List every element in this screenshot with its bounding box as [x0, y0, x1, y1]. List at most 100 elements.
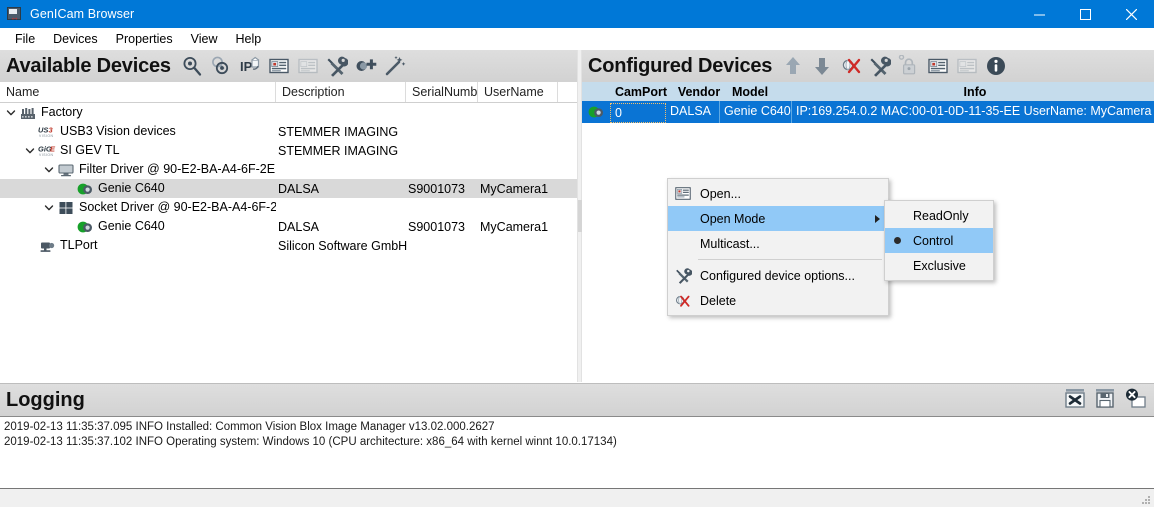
- menu-devices[interactable]: Devices: [44, 29, 106, 49]
- column-header-vendor[interactable]: Vendor: [672, 85, 726, 99]
- close-button[interactable]: [1108, 0, 1154, 28]
- tree-row-label: Genie C640: [98, 181, 165, 195]
- radio-placeholder: [885, 206, 909, 226]
- tree-cell-description: DALSA: [278, 219, 319, 234]
- add-device-icon[interactable]: [353, 53, 379, 79]
- column-header-serialnumber[interactable]: SerialNumber: [406, 82, 478, 102]
- chevron-down-icon[interactable]: [2, 104, 19, 121]
- move-down-icon[interactable]: [809, 53, 835, 79]
- column-header-model[interactable]: Model: [726, 85, 798, 99]
- submenu-item-exclusive[interactable]: Exclusive: [885, 253, 993, 278]
- submenu-item-control[interactable]: Control: [885, 228, 993, 253]
- column-header-camport[interactable]: CamPort: [610, 85, 672, 99]
- tree-row[interactable]: Genie C640 DALSA S9001073 MyCamera1: [0, 179, 577, 198]
- tree-row-name-cell: TLPort: [0, 237, 276, 254]
- remove-device-icon[interactable]: [838, 53, 864, 79]
- windows-icon: [57, 199, 75, 216]
- menu-help[interactable]: Help: [226, 29, 270, 49]
- chevron-down-icon[interactable]: [40, 161, 57, 178]
- radio-placeholder: [885, 256, 909, 276]
- logging-body[interactable]: 2019-02-13 11:35:37.095 INFO Installed: …: [0, 417, 1154, 488]
- search-device-icon[interactable]: [208, 53, 234, 79]
- delete-icon: [670, 291, 696, 311]
- logging-toolbar: [1062, 386, 1148, 412]
- clear-log-icon[interactable]: [1062, 386, 1088, 412]
- submenu-label: Exclusive: [913, 258, 966, 273]
- svg-text:VISION: VISION: [39, 134, 54, 138]
- move-up-icon[interactable]: [780, 53, 806, 79]
- tree-row[interactable]: Filter Driver @ 90-E2-BA-A4-6F-2E: [0, 160, 577, 179]
- context-menu-item-configured-device-options[interactable]: Configured device options...: [668, 263, 888, 288]
- save-log-icon[interactable]: [1092, 386, 1118, 412]
- device-details-icon[interactable]: [266, 53, 292, 79]
- window-controls: [1016, 0, 1154, 28]
- device-details-icon: [670, 184, 696, 204]
- configured-devices-toolbar: [780, 53, 1009, 79]
- menu-view[interactable]: View: [182, 29, 227, 49]
- tree-cell-serial: S9001073: [408, 181, 466, 196]
- available-devices-tree[interactable]: Factory US 3 VISION USB3 Vision devices STEMM…: [0, 103, 577, 381]
- resize-grip-icon[interactable]: [1140, 494, 1152, 506]
- camera-green-icon: [76, 218, 94, 235]
- tree-cell-description: Silicon Software GmbH: [278, 238, 408, 253]
- context-menu-item-open[interactable]: Open...: [668, 181, 888, 206]
- context-menu-label: Configured device options...: [700, 268, 855, 283]
- column-header-name[interactable]: Name: [0, 82, 276, 102]
- cell-model: Genie C640: [720, 101, 792, 123]
- title-bar: ↔ GenICam Browser: [0, 0, 1154, 28]
- chevron-down-icon[interactable]: [21, 142, 38, 159]
- tree-cell-description: STEMMER IMAGING: [278, 124, 399, 139]
- tlport-camera-icon: [38, 237, 56, 254]
- tree-row-name-cell: Filter Driver @ 90-E2-BA-A4-6F-2E: [0, 161, 276, 178]
- tree-row-label: Factory: [41, 105, 83, 119]
- maximize-button[interactable]: [1062, 0, 1108, 28]
- tree-row-name-cell: US 3 VISION USB3 Vision devices: [0, 123, 276, 140]
- open-mode-submenu[interactable]: ReadOnly Control Exclusive: [884, 200, 994, 281]
- minimize-button[interactable]: [1016, 0, 1062, 28]
- column-header-info[interactable]: Info: [798, 85, 1152, 99]
- tree-row-label: Socket Driver @ 90-E2-BA-A4-6F-2E: [79, 200, 276, 214]
- configured-device-row[interactable]: 0 DALSA Genie C640 IP:169.254.0.2 MAC:00…: [582, 101, 1154, 123]
- monitor-icon: [57, 161, 75, 178]
- device-details-icon[interactable]: [925, 53, 951, 79]
- context-menu[interactable]: Open... Open Mode Multicast... Configure…: [667, 178, 889, 316]
- chevron-right-icon: [875, 214, 880, 223]
- context-menu-label: Open...: [700, 186, 741, 201]
- tree-cell-description: STEMMER IMAGING: [278, 143, 399, 158]
- tools-icon[interactable]: [324, 53, 350, 79]
- menu-file[interactable]: File: [6, 29, 44, 49]
- cell-vendor: DALSA: [666, 101, 720, 123]
- discover-devices-icon[interactable]: [179, 53, 205, 79]
- submenu-label: ReadOnly: [913, 208, 969, 223]
- column-header-username[interactable]: UserName: [478, 82, 558, 102]
- svg-text:VISION: VISION: [39, 153, 54, 157]
- tree-row-name-cell: Genie C640: [0, 180, 276, 197]
- ip-configuration-icon[interactable]: IP: [237, 53, 263, 79]
- context-menu-label: Open Mode: [700, 211, 766, 226]
- context-menu-item-multicast[interactable]: Multicast...: [668, 231, 888, 256]
- info-icon[interactable]: [983, 53, 1009, 79]
- context-menu-separator: [698, 259, 882, 260]
- logging-panel: Logging 2019-02-13 11:35:37.095 INFO Ins…: [0, 383, 1154, 488]
- context-menu-item-delete[interactable]: Delete: [668, 288, 888, 313]
- tree-row[interactable]: US 3 VISION USB3 Vision devices STEMMER IMAG…: [0, 122, 577, 141]
- tools-icon[interactable]: [867, 53, 893, 79]
- chevron-down-icon[interactable]: [40, 199, 57, 216]
- available-devices-title: Available Devices: [6, 54, 171, 77]
- context-menu-item-open-mode[interactable]: Open Mode: [668, 206, 888, 231]
- tree-row[interactable]: Genie C640 DALSA S9001073 MyCamera1: [0, 217, 577, 236]
- close-log-icon[interactable]: [1122, 386, 1148, 412]
- tree-row-name-cell: Factory: [0, 104, 276, 121]
- menu-properties[interactable]: Properties: [107, 29, 182, 49]
- tree-row[interactable]: Factory: [0, 103, 577, 122]
- tree-row[interactable]: TLPort Silicon Software GmbH: [0, 236, 577, 255]
- cell-camport[interactable]: 0: [610, 102, 666, 123]
- logging-title: Logging: [6, 388, 85, 411]
- available-devices-toolbar: IP: [179, 53, 408, 79]
- tree-cell-serial: S9001073: [408, 219, 466, 234]
- tree-row[interactable]: GiG E VISION SI GEV TL STEMMER IMAGING: [0, 141, 577, 160]
- column-header-description[interactable]: Description: [276, 82, 406, 102]
- wand-icon[interactable]: [382, 53, 408, 79]
- tree-row[interactable]: Socket Driver @ 90-E2-BA-A4-6F-2E: [0, 198, 577, 217]
- submenu-item-readonly[interactable]: ReadOnly: [885, 203, 993, 228]
